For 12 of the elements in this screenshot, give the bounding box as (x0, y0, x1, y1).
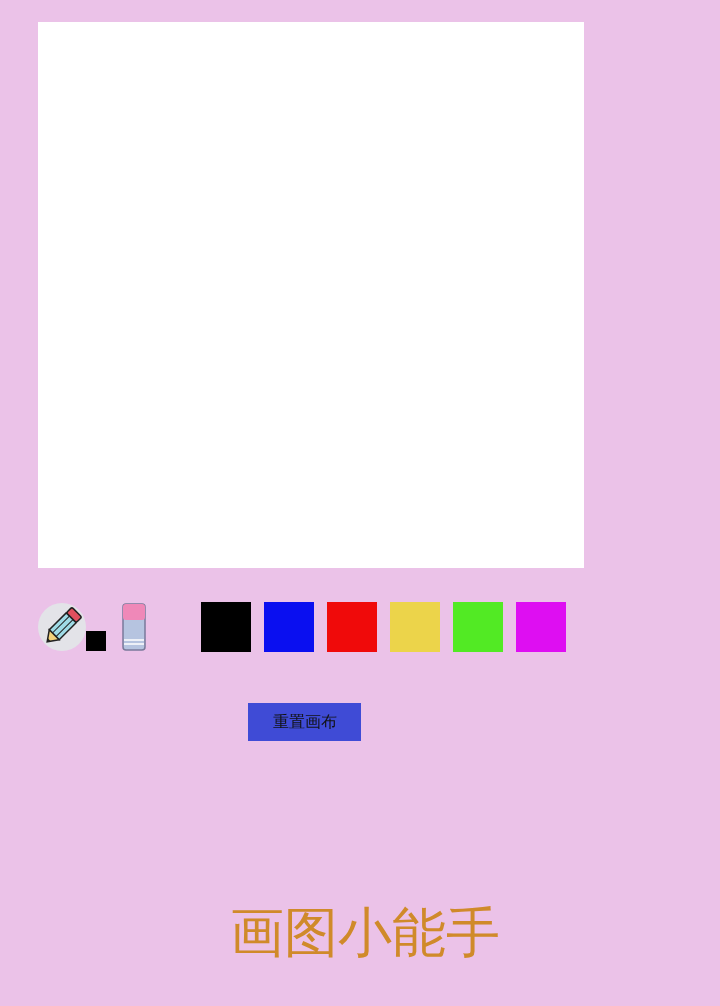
color-swatch[interactable] (264, 602, 314, 652)
eraser-tool[interactable] (119, 602, 149, 652)
color-swatch[interactable] (390, 602, 440, 652)
drawing-canvas[interactable] (38, 22, 584, 568)
color-swatch[interactable] (453, 602, 503, 652)
app-title: 画图小能手 (230, 901, 500, 964)
reset-canvas-button[interactable]: 重置画布 (248, 703, 361, 741)
color-swatch[interactable] (327, 602, 377, 652)
color-swatch[interactable] (516, 602, 566, 652)
pencil-tool[interactable] (38, 603, 86, 651)
color-swatch[interactable] (201, 602, 251, 652)
eraser-icon (121, 602, 147, 652)
